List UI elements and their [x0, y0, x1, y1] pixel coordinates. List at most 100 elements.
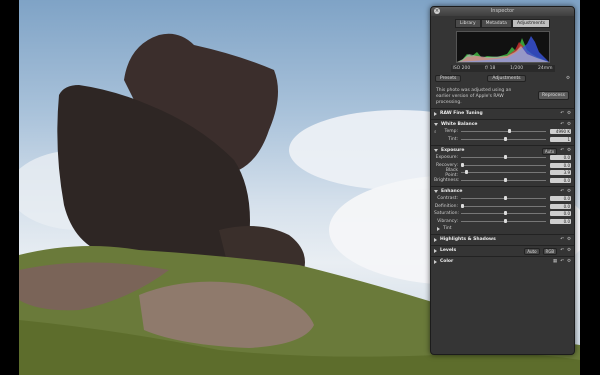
recovery-slider-knob[interactable] — [461, 162, 464, 167]
color-header[interactable]: Color ▦ ↶ ⚙ — [431, 256, 574, 265]
gear-icon[interactable]: ⚙ — [567, 237, 571, 242]
disclosure-triangle-icon[interactable] — [437, 226, 440, 231]
brightness-slider[interactable] — [461, 177, 546, 182]
gear-icon[interactable]: ⚙ — [567, 148, 571, 155]
gear-icon[interactable]: ⚙ — [567, 189, 571, 194]
recovery-slider[interactable] — [461, 162, 546, 167]
enhance-header[interactable]: Enhance ↶ ⚙ — [431, 186, 574, 195]
saturation-value[interactable]: 0.0 — [550, 211, 571, 217]
inspector-title: Inspector — [490, 8, 515, 14]
temp-slider-knob[interactable] — [507, 129, 511, 134]
exposure-slider-knob[interactable] — [503, 155, 507, 160]
disclosure-triangle-icon[interactable] — [434, 237, 437, 242]
exposure-auto-button[interactable]: Auto — [541, 148, 558, 155]
black-point-value[interactable]: 3.9 — [550, 170, 571, 176]
disclosure-triangle-icon[interactable] — [434, 111, 437, 116]
presets-popup[interactable]: Presets — [435, 75, 462, 82]
black-point-label: Black Point: — [445, 167, 458, 178]
color-title: Color — [440, 259, 454, 264]
notice-text: This photo was adjusted using an earlier… — [436, 88, 512, 105]
presets-row: Presets Adjustments ⚙ — [435, 75, 570, 82]
contrast-slider[interactable] — [461, 196, 546, 201]
definition-slider-knob[interactable] — [461, 203, 464, 208]
tint-value[interactable]: 1 — [550, 136, 571, 142]
reset-icon[interactable]: ↶ — [560, 237, 564, 242]
tint-slider[interactable] — [461, 136, 546, 141]
gear-icon[interactable]: ⚙ — [567, 111, 571, 116]
gear-icon[interactable]: ⚙ — [567, 122, 571, 127]
exif-iso: ISO 200 — [452, 66, 471, 71]
section-controls: ▦ ↶ ⚙ — [553, 259, 571, 264]
tab-adjustments[interactable]: Adjustments — [511, 19, 551, 28]
inspector-titlebar: × Inspector — [431, 7, 574, 16]
disclosure-triangle-icon[interactable] — [434, 123, 438, 126]
saturation-slider-knob[interactable] — [503, 211, 507, 216]
tint-subsection[interactable]: Tint — [431, 225, 574, 232]
vibrancy-slider-knob[interactable] — [503, 218, 507, 223]
reprocess-button[interactable]: Reprocess — [538, 91, 569, 100]
reset-icon[interactable]: ↶ — [560, 248, 564, 255]
definition-value[interactable]: 0.0 — [550, 203, 571, 209]
highlights-shadows-header[interactable]: Highlights & Shadows ↶ ⚙ — [431, 234, 574, 243]
recovery-value[interactable]: 0.0 — [550, 162, 571, 168]
exposure-slider[interactable] — [461, 155, 546, 160]
tab-metadata[interactable]: Metadata — [480, 19, 512, 28]
brightness-value[interactable]: 0.0 — [550, 177, 571, 183]
contrast-value[interactable]: 0.0 — [550, 196, 571, 202]
gear-icon[interactable]: ⚙ — [567, 259, 571, 264]
white-balance-header[interactable]: White Balance ↶ ⚙ — [431, 119, 574, 128]
tab-library[interactable]: Library — [454, 19, 481, 28]
definition-slider[interactable] — [461, 203, 546, 208]
reset-icon[interactable]: ↶ — [560, 259, 564, 264]
white-balance-title: White Balance — [441, 122, 478, 127]
vibrancy-value[interactable]: 0.0 — [550, 218, 571, 224]
reset-icon[interactable]: ↶ — [560, 148, 564, 155]
exif-bar: ISO 200 f/ 18 1/200 24mm — [450, 65, 555, 72]
disclosure-triangle-icon[interactable] — [434, 190, 438, 193]
gear-icon[interactable]: ⚙ — [567, 248, 571, 255]
contrast-slider-knob[interactable] — [503, 196, 507, 201]
levels-header[interactable]: Levels Auto RGB ↶ ⚙ — [431, 245, 574, 255]
disclosure-triangle-icon[interactable] — [434, 248, 437, 253]
disclosure-triangle-icon[interactable] — [434, 149, 438, 152]
saturation-slider[interactable] — [461, 211, 546, 216]
reset-icon[interactable]: ↶ — [560, 189, 564, 194]
contrast-label: Contrast: — [437, 196, 458, 202]
temp-row: ⌕ Temp: 4990 K — [431, 128, 574, 136]
raw-fine-tuning-header[interactable]: RAW Fine Tuning ↶ ⚙ — [431, 108, 574, 117]
section-controls: ↶ ⚙ — [560, 122, 571, 127]
adjustments-popup[interactable]: Adjustments — [487, 75, 526, 82]
reset-icon[interactable]: ↶ — [560, 122, 564, 127]
exposure-row: Exposure: 0.0 — [431, 154, 574, 162]
temp-slider[interactable] — [461, 129, 546, 134]
black-point-row: Black Point: 3.9 — [431, 167, 574, 178]
section-controls: Auto ↶ ⚙ — [541, 148, 571, 155]
levels-channel-popup[interactable]: RGB — [542, 248, 558, 255]
exposure-value[interactable]: 0.0 — [550, 155, 571, 161]
brightness-label: Brightness: — [434, 177, 460, 183]
brightness-slider-knob[interactable] — [503, 177, 507, 182]
enhance-title: Enhance — [441, 189, 463, 194]
vibrancy-label: Vibrancy: — [437, 218, 458, 224]
tint-subsection-label: Tint — [443, 226, 452, 231]
black-point-slider[interactable] — [461, 170, 546, 175]
vibrancy-slider[interactable] — [461, 218, 546, 223]
reset-icon[interactable]: ↶ — [560, 111, 564, 116]
tint-row: Tint: 1 — [431, 136, 574, 144]
tint-slider-knob[interactable] — [503, 136, 507, 141]
definition-row: Definition: 0.0 — [431, 203, 574, 211]
section-controls: ↶ ⚙ — [560, 237, 571, 242]
contrast-row: Contrast: 0.0 — [431, 195, 574, 203]
section-controls: ↶ ⚙ — [560, 111, 571, 116]
levels-auto-button[interactable]: Auto — [524, 248, 540, 255]
disclosure-triangle-icon[interactable] — [434, 259, 437, 264]
grid-icon[interactable]: ▦ — [553, 259, 557, 264]
section-controls: ↶ ⚙ — [560, 189, 571, 194]
raw-fine-tuning-title: RAW Fine Tuning — [440, 111, 483, 116]
gear-icon[interactable]: ⚙ — [566, 76, 570, 81]
eyedropper-icon[interactable]: ⌕ — [434, 129, 442, 135]
temp-value[interactable]: 4990 K — [550, 129, 571, 135]
exif-aperture: f/ 18 — [485, 66, 496, 71]
exposure-header[interactable]: Exposure Auto ↶ ⚙ — [431, 145, 574, 155]
black-point-slider-knob[interactable] — [465, 170, 469, 175]
